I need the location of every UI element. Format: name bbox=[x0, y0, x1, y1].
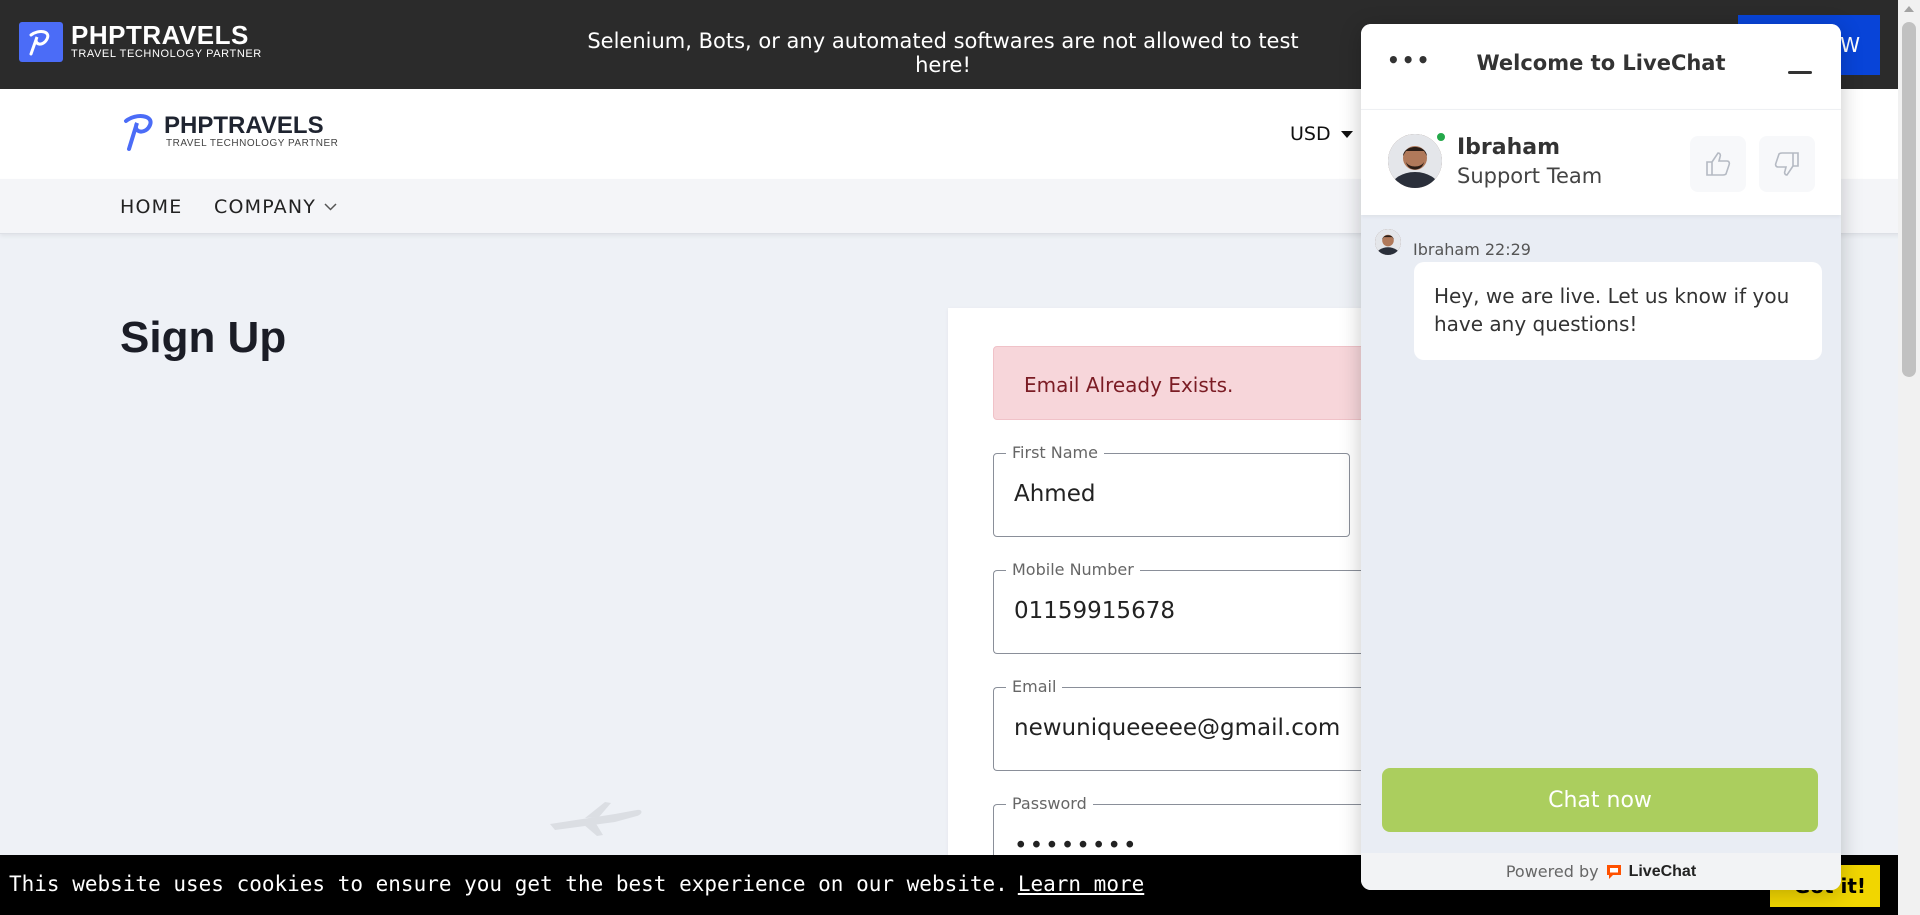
thumbs-down-icon bbox=[1774, 152, 1799, 176]
agent-team: Support Team bbox=[1457, 164, 1603, 188]
online-status-icon bbox=[1435, 131, 1447, 143]
header-logo-name: PHPTRAVELS bbox=[164, 112, 324, 139]
thumbs-up-icon bbox=[1706, 152, 1731, 176]
agent-name: Ibraham bbox=[1457, 135, 1561, 160]
page-scrollbar[interactable] bbox=[1898, 0, 1920, 915]
page-title: Sign Up bbox=[120, 313, 287, 362]
thumbs-down-button[interactable] bbox=[1759, 136, 1815, 192]
currency-selector[interactable]: USD bbox=[1290, 123, 1353, 145]
message-avatar bbox=[1375, 229, 1401, 255]
livechat-footer: Powered by LiveChat bbox=[1361, 853, 1841, 890]
first-name-field[interactable]: First Name Ahmed bbox=[993, 443, 1350, 537]
cookie-text: This website uses cookies to ensure you … bbox=[9, 872, 1008, 896]
message-bubble: Hey, we are live. Let us know if you hav… bbox=[1414, 262, 1822, 360]
agent-avatar bbox=[1388, 134, 1442, 188]
caret-down-icon bbox=[1340, 130, 1353, 138]
scroll-thumb[interactable] bbox=[1902, 22, 1916, 377]
automation-warning: Selenium, Bots, or any automated softwar… bbox=[587, 29, 1299, 77]
top-logo[interactable]: PHPTRAVELS TRAVEL TECHNOLOGY PARTNER bbox=[19, 22, 262, 62]
powered-by-text: Powered by bbox=[1505, 862, 1599, 881]
thumbs-up-button[interactable] bbox=[1690, 136, 1746, 192]
message-meta: Ibraham 22:29 bbox=[1413, 240, 1531, 259]
logo-icon bbox=[124, 114, 153, 151]
nav-item-label: COMPANY bbox=[214, 196, 317, 218]
livechat-logo-icon bbox=[1606, 864, 1621, 879]
livechat-title: Welcome to LiveChat bbox=[1476, 51, 1726, 75]
mobile-number-value[interactable]: 01159915678 bbox=[1014, 598, 1175, 624]
nav-item-company[interactable]: COMPANY bbox=[214, 196, 337, 218]
minimize-icon[interactable] bbox=[1788, 71, 1812, 74]
cookie-message: This website uses cookies to ensure you … bbox=[9, 872, 1144, 896]
logo-icon bbox=[19, 22, 63, 62]
learn-more-link[interactable]: Learn more bbox=[1018, 872, 1144, 896]
scroll-up-icon[interactable] bbox=[1904, 6, 1914, 12]
livechat-brand[interactable]: LiveChat bbox=[1629, 863, 1697, 881]
field-label: Email bbox=[1006, 677, 1063, 696]
field-label: Mobile Number bbox=[1006, 560, 1140, 579]
first-name-value[interactable]: Ahmed bbox=[1014, 481, 1095, 507]
chevron-down-icon bbox=[324, 203, 337, 211]
email-field[interactable]: Email newuniqueeeee@gmail.com bbox=[993, 677, 1368, 771]
nav-item-home[interactable]: HOME bbox=[120, 196, 182, 218]
email-value[interactable]: newuniqueeeee@gmail.com bbox=[1014, 715, 1340, 741]
mobile-number-field[interactable]: Mobile Number 01159915678 bbox=[993, 560, 1368, 654]
agent-card: Ibraham Support Team bbox=[1361, 109, 1841, 215]
livechat-widget: ••• Welcome to LiveChat Ibraham Support … bbox=[1361, 24, 1841, 890]
chat-now-button[interactable]: Chat now bbox=[1382, 768, 1818, 832]
field-label: Password bbox=[1006, 794, 1093, 813]
top-logo-tagline: TRAVEL TECHNOLOGY PARTNER bbox=[71, 48, 262, 60]
header-logo[interactable]: PHPTRAVELS TRAVEL TECHNOLOGY PARTNER bbox=[122, 111, 338, 153]
header-logo-tagline: TRAVEL TECHNOLOGY PARTNER bbox=[166, 138, 339, 149]
airplane-icon bbox=[550, 802, 642, 836]
error-alert: Email Already Exists. bbox=[993, 346, 1368, 420]
field-label: First Name bbox=[1006, 443, 1104, 462]
top-logo-name: PHPTRAVELS bbox=[71, 20, 249, 50]
livechat-header: ••• Welcome to LiveChat bbox=[1361, 24, 1841, 109]
currency-label: USD bbox=[1290, 123, 1331, 145]
nav-item-label: HOME bbox=[120, 196, 183, 218]
